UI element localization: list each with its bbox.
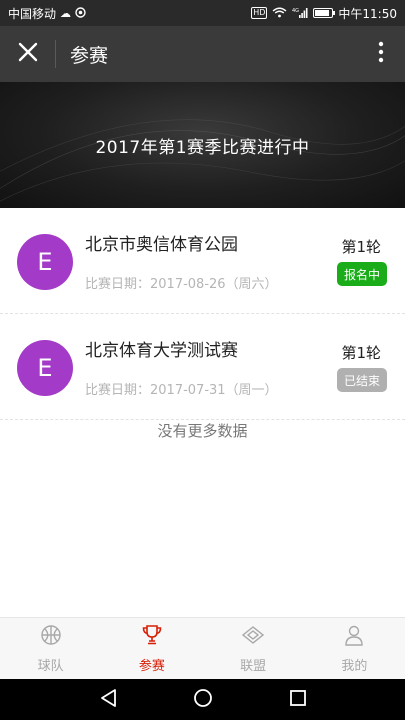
bottom-tab-bar: 球队 参赛 联盟 我的 xyxy=(0,617,405,679)
tab-team[interactable]: 球队 xyxy=(0,618,101,679)
tab-mine[interactable]: 我的 xyxy=(304,618,405,679)
hd-icon: HD xyxy=(251,7,268,19)
home-button[interactable] xyxy=(183,680,223,720)
status-badge: 已结束 xyxy=(336,368,387,392)
recents-square-icon xyxy=(289,689,307,711)
tab-label: 我的 xyxy=(341,658,368,674)
cloud-icon: ☁ xyxy=(60,6,72,20)
basketball-icon xyxy=(40,624,62,650)
avatar: E xyxy=(17,340,73,396)
home-circle-icon xyxy=(193,688,213,712)
match-venue: 北京市奥信体育公园 xyxy=(85,235,238,255)
close-button[interactable] xyxy=(0,26,55,82)
season-banner-title: 2017年第1赛季比赛进行中 xyxy=(95,137,310,158)
no-more-data-label: 没有更多数据 xyxy=(157,422,248,440)
match-date: 比赛日期：2017-08-26（周六） xyxy=(85,277,278,292)
tab-league[interactable]: 联盟 xyxy=(203,618,304,679)
more-vertical-icon xyxy=(378,41,384,67)
match-date: 比赛日期：2017-07-31（周一） xyxy=(85,383,278,398)
wifi-icon xyxy=(272,7,287,20)
diamond-icon xyxy=(241,624,265,650)
season-banner: 2017年第1赛季比赛进行中 xyxy=(0,82,405,208)
match-item[interactable]: E 北京市奥信体育公园 比赛日期：2017-08-26（周六） 第1轮 报名中 xyxy=(0,208,405,314)
page: 中国移动 ☁ HD 4G 中午11:50 参赛 2017年第1赛季比赛进行中 E… xyxy=(0,0,405,720)
app-bar-divider xyxy=(55,40,56,68)
back-button[interactable] xyxy=(88,680,128,720)
battery-icon xyxy=(313,8,336,18)
match-list: E 北京市奥信体育公园 比赛日期：2017-08-26（周六） 第1轮 报名中 … xyxy=(0,208,405,420)
back-triangle-icon xyxy=(99,688,117,712)
tab-label: 球队 xyxy=(37,658,64,674)
carrier-label: 中国移动 xyxy=(8,6,57,21)
match-round: 第1轮 xyxy=(341,238,381,256)
clock: 中午11:50 xyxy=(338,6,397,21)
close-icon xyxy=(18,42,38,66)
app-bar: 参赛 xyxy=(0,26,405,82)
user-icon xyxy=(343,624,365,650)
match-venue: 北京体育大学测试赛 xyxy=(85,341,238,361)
more-options-button[interactable] xyxy=(357,26,405,82)
app-notification-icon xyxy=(75,6,86,20)
match-round: 第1轮 xyxy=(341,344,381,362)
avatar: E xyxy=(17,234,73,290)
system-navigation-bar xyxy=(0,679,405,720)
status-bar: 中国移动 ☁ HD 4G 中午11:50 xyxy=(0,0,405,26)
match-item[interactable]: E 北京体育大学测试赛 比赛日期：2017-07-31（周一） 第1轮 已结束 xyxy=(0,314,405,420)
signal-icon: 4G xyxy=(292,7,308,20)
tab-label: 参赛 xyxy=(138,658,165,674)
tab-compete[interactable]: 参赛 xyxy=(101,618,202,679)
trophy-icon xyxy=(141,624,163,650)
recents-button[interactable] xyxy=(278,680,318,720)
svg-text:4G: 4G xyxy=(292,8,299,14)
tab-label: 联盟 xyxy=(240,658,267,674)
status-badge: 报名中 xyxy=(336,262,387,286)
page-title: 参赛 xyxy=(70,44,109,67)
